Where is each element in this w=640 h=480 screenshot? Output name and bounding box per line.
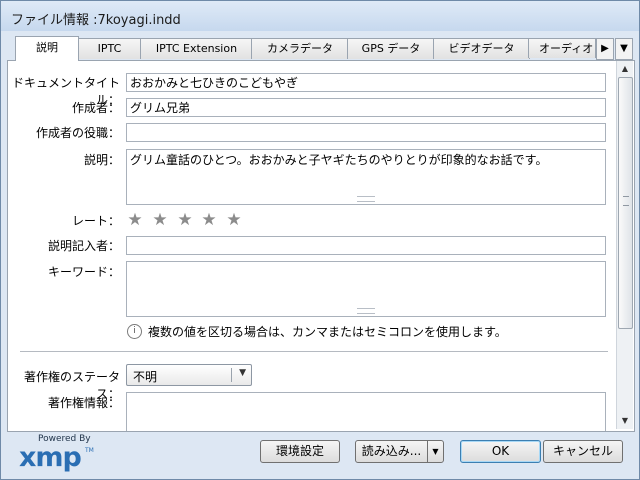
keywords-hint: 複数の値を区切る場合は、カンマまたはセミコロンを使用します。 bbox=[148, 325, 507, 339]
xmp-logo: xmp bbox=[19, 442, 82, 473]
tab-video-data[interactable]: ビデオデータ bbox=[433, 38, 530, 59]
star-5-icon[interactable]: ★ bbox=[224, 210, 244, 230]
tab-iptc-extension[interactable]: IPTC Extension bbox=[140, 38, 253, 59]
ok-button[interactable]: OK bbox=[460, 440, 541, 463]
description-panel: ドキュメントタイトル： おおかみと七ひきのこどもやぎ 作成者： グリム兄弟 作成… bbox=[7, 60, 635, 432]
author-title-label: 作成者の役職： bbox=[35, 126, 120, 140]
author-input[interactable]: グリム兄弟 bbox=[126, 98, 606, 117]
tab-description[interactable]: 説明 bbox=[15, 36, 79, 61]
resize-grip-icon[interactable] bbox=[357, 308, 375, 314]
keywords-textarea[interactable] bbox=[126, 261, 606, 317]
copyright-status-select[interactable]: 不明 ▼ bbox=[126, 364, 252, 386]
author-label: 作成者： bbox=[71, 101, 120, 115]
scroll-up-arrow-icon[interactable]: ▲ bbox=[618, 62, 632, 76]
description-writer-label: 説明記入者： bbox=[47, 239, 120, 253]
tab-gps-data[interactable]: GPS データ bbox=[347, 38, 435, 59]
xmp-trademark: TM bbox=[85, 447, 94, 454]
star-4-icon[interactable]: ★ bbox=[199, 210, 219, 230]
copyright-notice-textarea[interactable] bbox=[126, 392, 606, 431]
rating-label: レート： bbox=[71, 214, 120, 228]
document-title-input[interactable]: おおかみと七ひきのこどもやぎ bbox=[126, 73, 606, 92]
description-textarea[interactable]: グリム童話のひとつ。おおかみと子ヤギたちのやりとりが印象的なお話です。 bbox=[126, 149, 606, 205]
resize-grip-icon[interactable] bbox=[357, 196, 375, 202]
window-title: ファイル情報 :7koyagi.indd bbox=[11, 13, 181, 28]
description-text: グリム童話のひとつ。おおかみと子ヤギたちのやりとりが印象的なお話です。 bbox=[130, 153, 548, 167]
preferences-button[interactable]: 環境設定 bbox=[260, 440, 340, 463]
import-button[interactable]: 読み込み... bbox=[355, 440, 428, 463]
tab-scroll-right-icon[interactable]: ▶ bbox=[596, 38, 614, 60]
author-title-input[interactable] bbox=[126, 123, 606, 142]
vertical-scrollbar[interactable]: ▲ ▼ bbox=[616, 61, 633, 429]
select-separator bbox=[231, 368, 232, 382]
tab-menu-chevron-down-icon[interactable]: ▼ bbox=[615, 38, 633, 60]
scroll-down-arrow-icon[interactable]: ▼ bbox=[618, 414, 632, 428]
title-bar: ファイル情報 :7koyagi.indd bbox=[1, 1, 639, 31]
tab-bar: 説明 IPTC IPTC Extension カメラデータ GPS データ ビデ… bbox=[15, 36, 633, 61]
cancel-button[interactable]: キャンセル bbox=[543, 440, 623, 463]
import-menu-chevron-down-icon[interactable]: ▼ bbox=[427, 440, 444, 463]
description-writer-input[interactable] bbox=[126, 236, 606, 255]
tab-iptc[interactable]: IPTC bbox=[77, 38, 142, 59]
chevron-down-icon: ▼ bbox=[239, 368, 246, 378]
tab-camera-data[interactable]: カメラデータ bbox=[251, 38, 349, 59]
file-info-dialog: ファイル情報 :7koyagi.indd 説明 IPTC IPTC Extens… bbox=[0, 0, 640, 480]
section-divider bbox=[20, 351, 608, 353]
description-label: 説明： bbox=[83, 153, 120, 167]
copyright-notice-label: 著作権情報： bbox=[47, 396, 120, 410]
info-icon: i bbox=[127, 324, 142, 339]
dialog-footer: Powered By xmp TM 環境設定 読み込み... ▼ OK キャンセ… bbox=[1, 431, 639, 479]
scrollbar-grip-icon bbox=[623, 196, 629, 206]
star-2-icon[interactable]: ★ bbox=[150, 210, 170, 230]
keywords-label: キーワード： bbox=[47, 265, 120, 279]
copyright-status-value: 不明 bbox=[133, 370, 158, 384]
star-1-icon[interactable]: ★ bbox=[125, 210, 145, 230]
star-3-icon[interactable]: ★ bbox=[175, 210, 195, 230]
tab-audio-data[interactable]: オーディオ bbox=[528, 38, 596, 58]
scrollbar-thumb[interactable] bbox=[618, 77, 633, 329]
